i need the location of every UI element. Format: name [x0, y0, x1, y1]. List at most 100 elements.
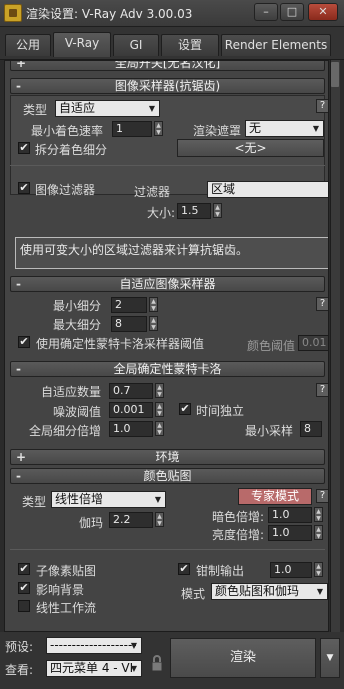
min-shading-rate-label: 最小着色速率 — [31, 124, 104, 138]
dropdown-value: 线性倍增 — [55, 492, 104, 506]
adaptive-amount-spinner[interactable]: ▲ ▼ — [155, 383, 164, 398]
dropdown-value: -------------------- — [50, 638, 137, 652]
tab-vray[interactable]: V-Ray — [53, 32, 111, 57]
render-mask-dropdown[interactable]: 无 ▼ — [245, 120, 324, 137]
render-options-dropdown[interactable]: ▼ — [320, 638, 340, 678]
rollout-global-switches[interactable]: + 全局开关[无名汉化] — [10, 60, 325, 71]
use-dmc-threshold-label: 使用确定性蒙特卡洛采样器阈值 — [36, 337, 205, 351]
affect-background-label: 影响背景 — [36, 583, 85, 597]
view-dropdown[interactable]: 四元菜单 4 - VI ▼ — [46, 660, 142, 677]
min-samples-field[interactable]: 8 — [300, 421, 322, 437]
divider — [10, 165, 325, 166]
linear-workflow-label: 线性工作流 — [36, 601, 97, 615]
maximize-button[interactable]: □ — [280, 3, 304, 21]
dark-multiplier-field[interactable]: 1.0 — [268, 507, 312, 523]
chevron-down-icon: ▼ — [130, 641, 138, 650]
chevron-down-icon: ▼ — [154, 495, 162, 504]
preset-label: 预设: — [5, 640, 34, 654]
max-subdivs-label: 最大细分 — [53, 318, 102, 332]
affect-background-checkbox[interactable]: ✔ — [18, 582, 30, 594]
divide-shading-checkbox[interactable]: ✔ — [18, 142, 30, 154]
collapse-icon: - — [16, 79, 21, 93]
dropdown-value: 无 — [249, 121, 262, 135]
noise-threshold-field[interactable]: 0.001 — [109, 402, 153, 418]
render-button[interactable]: 渲染 — [170, 638, 316, 678]
tab-settings[interactable]: 设置 — [161, 34, 219, 56]
color-threshold-label: 颜色阈值 — [247, 339, 296, 353]
clamp-value-spinner[interactable]: ▲ ▼ — [314, 562, 323, 577]
min-samples-label: 最小采样 — [245, 424, 294, 438]
rollout-image-sampler[interactable]: - 图像采样器(抗锯齿) — [10, 78, 325, 94]
preset-dropdown[interactable]: -------------------- ▼ — [46, 637, 142, 654]
rollout-adaptive-sampler[interactable]: - 自适应图像采样器 — [10, 276, 325, 292]
rollout-title: 颜色贴图 — [143, 469, 192, 483]
dropdown-value: 自适应 — [59, 101, 96, 115]
clamp-value-field[interactable]: 1.0 — [270, 562, 312, 578]
tab-common[interactable]: 公用 — [5, 34, 51, 56]
min-shading-rate-spinner[interactable]: ▲ ▼ — [154, 121, 163, 136]
chevron-down-icon: ▼ — [316, 587, 324, 596]
chevron-down-icon: ▼ — [312, 124, 320, 133]
collapse-icon: - — [16, 277, 21, 291]
max-subdivs-field[interactable]: 8 — [111, 316, 147, 332]
time-independent-checkbox[interactable]: ✔ — [179, 403, 191, 415]
panel-scrollbar[interactable] — [330, 60, 340, 632]
subpixel-mapping-checkbox[interactable]: ✔ — [18, 563, 30, 575]
minimize-button[interactable]: – — [254, 3, 278, 21]
time-independent-label: 时间独立 — [196, 404, 245, 418]
dropdown-value: 四元菜单 4 - VI — [50, 661, 134, 675]
use-dmc-threshold-checkbox[interactable]: ✔ — [18, 336, 30, 348]
adaptive-amount-label: 自适应数量 — [41, 385, 102, 399]
lock-icon[interactable] — [150, 654, 164, 672]
filter-size-label: 大小: — [147, 206, 176, 220]
color-map-type-dropdown[interactable]: 线性倍增 ▼ — [51, 491, 166, 508]
sampler-type-dropdown[interactable]: 自适应 ▼ — [55, 100, 160, 117]
max-subdivs-spinner[interactable]: ▲ ▼ — [149, 316, 158, 331]
image-sampler-help-button[interactable]: ? — [316, 99, 328, 113]
dark-multiplier-label: 暗色倍增: — [212, 510, 265, 524]
rollout-title: 自适应图像采样器 — [119, 277, 216, 291]
subpixel-mapping-label: 子像素贴图 — [36, 564, 97, 578]
rollout-title: 全局开关[无名汉化] — [114, 60, 221, 70]
rollout-color-mapping[interactable]: - 颜色贴图 — [10, 468, 325, 484]
divide-shading-label: 拆分着色细分 — [35, 143, 108, 157]
noise-threshold-spinner[interactable]: ▲ ▼ — [155, 402, 164, 417]
min-shading-rate-field[interactable]: 1 — [112, 121, 152, 137]
min-subdivs-field[interactable]: 2 — [111, 297, 147, 313]
image-filter-checkbox[interactable]: ✔ — [18, 182, 30, 194]
dmc-help-button[interactable]: ? — [316, 383, 328, 397]
global-subdivs-label: 全局细分倍增 — [29, 424, 102, 438]
scrollbar-thumb[interactable] — [331, 62, 339, 87]
color-mapping-help-button[interactable]: ? — [316, 489, 328, 503]
render-mask-button[interactable]: <无> — [177, 139, 324, 157]
collapse-icon: - — [16, 362, 21, 376]
noise-threshold-label: 噪波阈值 — [53, 405, 102, 419]
rollout-environment[interactable]: + 环境 — [10, 449, 325, 465]
color-map-type-label: 类型 — [22, 495, 47, 509]
global-subdivs-field[interactable]: 1.0 — [109, 421, 153, 437]
filter-size-field[interactable]: 1.5 — [177, 203, 211, 219]
filter-description: 使用可变大小的区域过滤器来计算抗锯齿。 — [15, 237, 328, 269]
divider — [10, 549, 325, 550]
global-subdivs-spinner[interactable]: ▲ ▼ — [155, 421, 164, 436]
close-button[interactable]: ✕ — [308, 3, 338, 21]
adaptive-amount-field[interactable]: 0.7 — [109, 383, 153, 399]
bright-multiplier-spinner[interactable]: ▲ ▼ — [314, 525, 323, 540]
filter-size-spinner[interactable]: ▲ ▼ — [213, 203, 222, 218]
mode-dropdown[interactable]: 颜色贴图和伽玛 ▼ — [211, 583, 328, 600]
clamp-output-checkbox[interactable]: ✔ — [178, 563, 190, 575]
tab-render-elements[interactable]: Render Elements — [221, 34, 331, 56]
expert-mode-button[interactable]: 专家模式 — [238, 488, 312, 505]
bright-multiplier-field[interactable]: 1.0 — [268, 525, 312, 541]
filter-type-dropdown[interactable]: 区域▼ — [207, 181, 328, 198]
gamma-spinner[interactable]: ▲ ▼ — [155, 512, 164, 527]
chevron-down-icon: ▼ — [130, 664, 138, 673]
linear-workflow-checkbox[interactable] — [18, 600, 30, 612]
color-threshold-field[interactable]: 0.01 — [298, 335, 328, 351]
min-subdivs-spinner[interactable]: ▲ ▼ — [149, 297, 158, 312]
rollout-global-dmc[interactable]: - 全局确定性蒙特卡洛 — [10, 361, 325, 377]
gamma-field[interactable]: 2.2 — [109, 512, 153, 528]
tab-gi[interactable]: GI — [113, 34, 159, 56]
adaptive-help-button[interactable]: ? — [316, 297, 328, 311]
dark-multiplier-spinner[interactable]: ▲ ▼ — [314, 507, 323, 522]
